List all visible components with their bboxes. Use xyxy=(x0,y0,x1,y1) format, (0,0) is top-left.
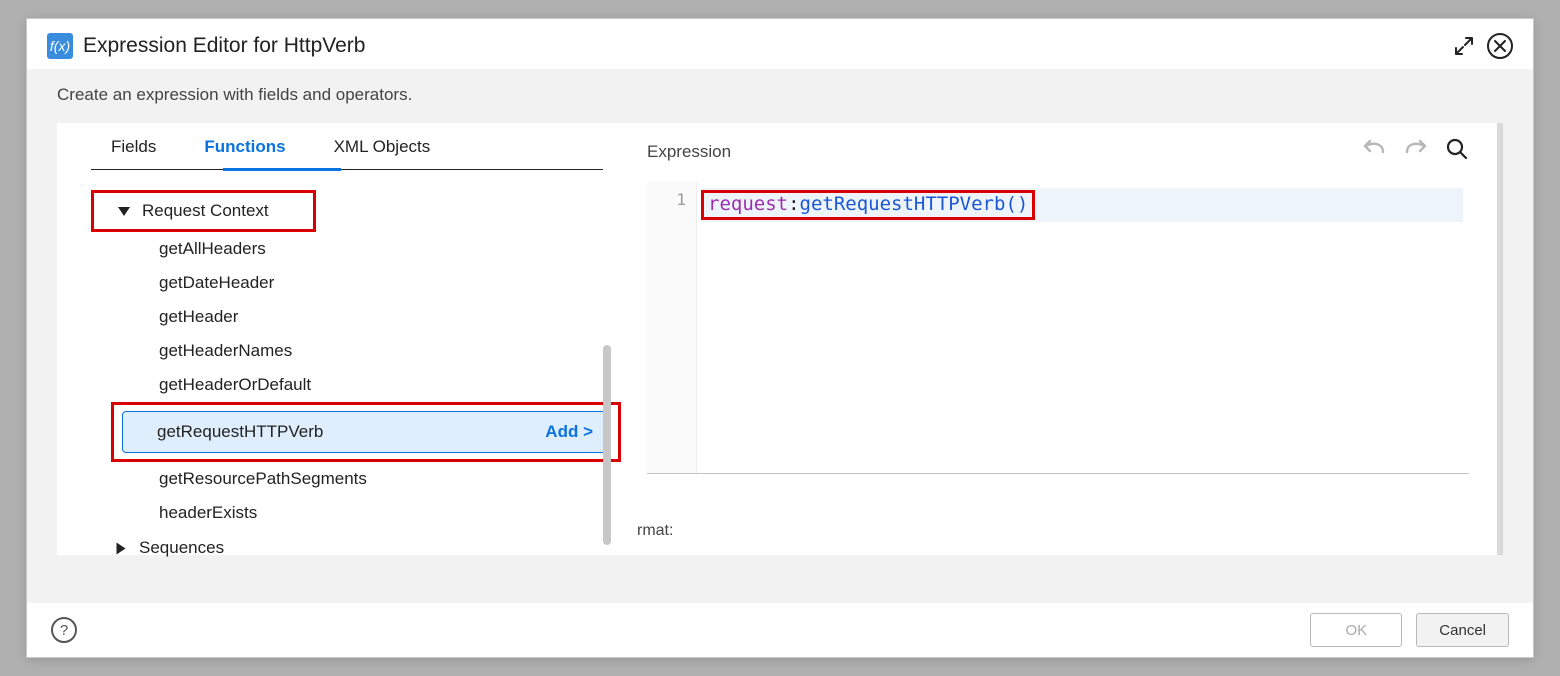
function-tree: Request Context getAllHeaders getDateHea… xyxy=(91,190,603,540)
stray-text-rmat: rmat: xyxy=(637,522,1469,540)
highlight-expression: request:getRequestHTTPVerb() xyxy=(701,190,1035,220)
code-namespace: request xyxy=(708,193,788,215)
dialog-footer: ? OK Cancel xyxy=(27,603,1533,657)
header-actions xyxy=(1453,33,1513,59)
fn-getRequestHTTPVerb[interactable]: getRequestHTTPVerb Add > xyxy=(122,411,610,453)
code-function: getRequestHTTPVerb xyxy=(800,193,1006,215)
fx-icon: f(x) xyxy=(47,33,73,59)
fn-getHeaderNames[interactable]: getHeaderNames xyxy=(159,334,603,368)
tab-functions[interactable]: Functions xyxy=(204,137,285,159)
fn-getAllHeaders[interactable]: getAllHeaders xyxy=(159,232,603,266)
redo-icon[interactable] xyxy=(1403,138,1429,165)
ok-button[interactable]: OK xyxy=(1310,613,1402,647)
highlight-request-context: Request Context xyxy=(91,190,316,232)
help-icon[interactable]: ? xyxy=(51,617,77,643)
cancel-button[interactable]: Cancel xyxy=(1416,613,1509,647)
expression-header: Expression xyxy=(627,137,1469,166)
dialog-body: Create an expression with fields and ope… xyxy=(27,69,1533,609)
dialog-subtitle: Create an expression with fields and ope… xyxy=(57,85,1503,105)
help-icon-label: ? xyxy=(60,622,68,639)
group-label-sequences: Sequences xyxy=(139,538,224,558)
fn-headerExists[interactable]: headerExists xyxy=(159,496,603,530)
selected-fn-label: getRequestHTTPVerb xyxy=(157,422,323,442)
add-function-link[interactable]: Add > xyxy=(545,422,593,442)
dialog-title: Expression Editor for HttpVerb xyxy=(83,34,1453,58)
right-column: Expression 1 xyxy=(627,123,1503,555)
code-colon: : xyxy=(788,193,799,215)
expression-toolbar xyxy=(1361,137,1469,166)
tab-xml-objects[interactable]: XML Objects xyxy=(334,137,431,159)
search-icon[interactable] xyxy=(1445,137,1469,166)
footer-buttons: OK Cancel xyxy=(1310,613,1509,647)
expression-editor-dialog: f(x) Expression Editor for HttpVerb Crea… xyxy=(26,18,1534,658)
left-column: Fields Functions XML Objects Request Con… xyxy=(57,123,627,555)
fn-getResourcePathSegments[interactable]: getResourcePathSegments xyxy=(159,462,603,496)
main-panel: Fields Functions XML Objects Request Con… xyxy=(57,123,1503,555)
highlight-selected-function: getRequestHTTPVerb Add > xyxy=(111,402,621,462)
code-parens: () xyxy=(1005,193,1028,215)
expression-code-area[interactable]: 1 request:getRequestHTTPVerb() xyxy=(647,182,1469,474)
tab-underline xyxy=(223,168,341,171)
group-label: Request Context xyxy=(142,201,269,221)
fn-getHeaderOrDefault[interactable]: getHeaderOrDefault xyxy=(159,368,603,402)
request-context-items: getAllHeaders getDateHeader getHeader ge… xyxy=(159,232,603,402)
request-context-items-2: getResourcePathSegments headerExists xyxy=(159,462,603,530)
code-gutter: 1 xyxy=(647,182,697,473)
tab-fields[interactable]: Fields xyxy=(111,137,156,159)
undo-icon[interactable] xyxy=(1361,138,1387,165)
tabs: Fields Functions XML Objects xyxy=(91,137,603,170)
expression-label: Expression xyxy=(647,142,731,162)
code-line-1[interactable]: request:getRequestHTTPVerb() xyxy=(703,188,1463,222)
chevron-down-icon xyxy=(118,207,130,216)
tree-scrollbar[interactable] xyxy=(603,345,611,545)
dialog-header: f(x) Expression Editor for HttpVerb xyxy=(27,19,1533,69)
fx-icon-label: f(x) xyxy=(50,38,70,54)
line-number-1: 1 xyxy=(647,190,686,209)
code-lines[interactable]: request:getRequestHTTPVerb() xyxy=(697,182,1469,473)
expand-icon[interactable] xyxy=(1453,35,1475,57)
chevron-right-icon xyxy=(117,542,126,554)
fn-getHeader[interactable]: getHeader xyxy=(159,300,603,334)
group-sequences[interactable]: Sequences xyxy=(91,530,603,566)
group-request-context[interactable]: Request Context xyxy=(94,193,313,229)
fn-getDateHeader[interactable]: getDateHeader xyxy=(159,266,603,300)
close-icon[interactable] xyxy=(1487,33,1513,59)
